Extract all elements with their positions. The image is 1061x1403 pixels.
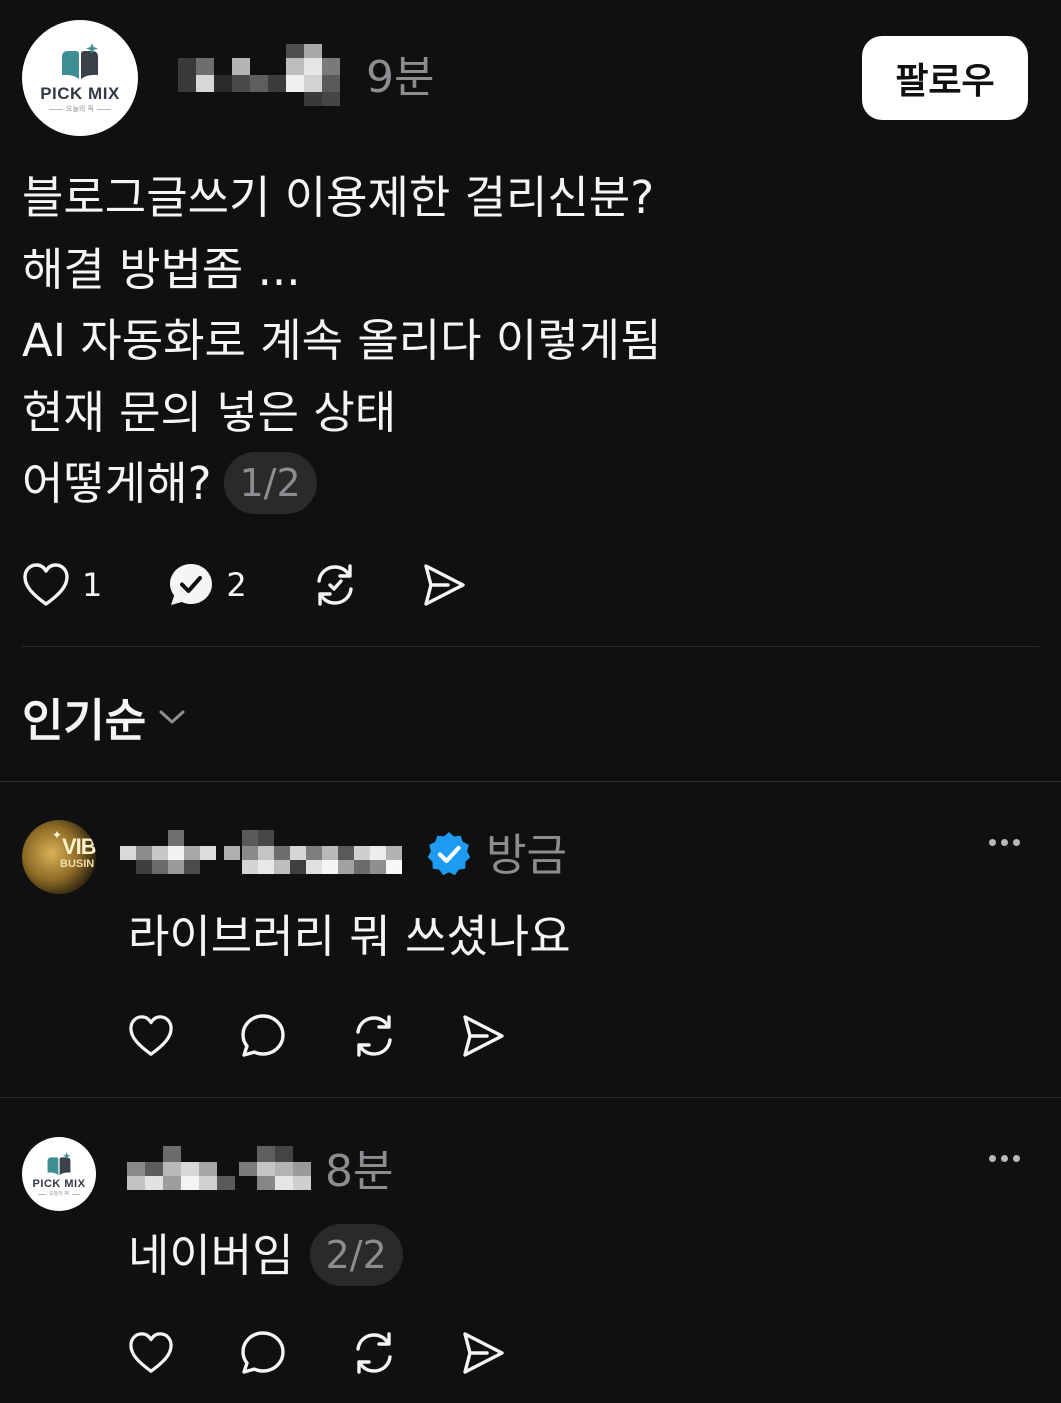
sort-label: 인기순 (22, 694, 147, 747)
heart-icon (129, 1015, 173, 1056)
reply-timestamp: 8분 (325, 1146, 394, 1197)
post-divider (22, 646, 1039, 647)
like-button[interactable]: 1 (22, 562, 102, 608)
author-avatar[interactable]: PICK MIX 오늘의 픽 (22, 20, 138, 136)
sparkle-icon: ✦ (52, 828, 63, 842)
thread-page-indicator: 2/2 (309, 1224, 403, 1286)
heart-icon (129, 1332, 173, 1373)
post-action-bar: 1 2 (22, 561, 467, 609)
send-icon (463, 1015, 504, 1057)
share-button[interactable] (460, 1330, 506, 1376)
like-count: 1 (82, 566, 103, 604)
reply-action-bar (128, 1012, 506, 1060)
repost-button[interactable] (350, 1329, 398, 1377)
sort-divider (0, 781, 1061, 782)
verified-badge-icon (427, 832, 471, 876)
more-horizontal-icon[interactable] (989, 839, 1020, 846)
share-button[interactable] (421, 562, 467, 608)
avatar-brand-text: PICK MIX (40, 84, 120, 103)
avatar-subtitle-text: 오늘의 픽 (66, 105, 94, 113)
reply-text: 라이브러리 뭐 쓰셨나요 (128, 910, 571, 963)
reply-divider (0, 1097, 1061, 1098)
author-username-redacted[interactable] (178, 44, 350, 106)
send-icon (463, 1332, 504, 1374)
reply-button[interactable]: 2 (168, 562, 247, 608)
reply-action-bar (128, 1329, 506, 1377)
thread-page-indicator: 1/2 (223, 452, 317, 514)
comment-icon (241, 1331, 285, 1374)
repost-button[interactable] (350, 1012, 398, 1060)
comment-check-icon (170, 564, 213, 605)
thread-page: PICK MIX 오늘의 픽 9분 팔로우 블로그글쓰기 이용제한 걸리신분? … (0, 0, 1061, 1403)
share-button[interactable] (460, 1013, 506, 1059)
pick-mix-logo-icon (62, 43, 98, 79)
reply-text: 네이버임 (128, 1228, 294, 1282)
heart-icon (23, 563, 69, 606)
reply-avatar[interactable]: PICK MIX 오늘의 픽 (22, 1137, 96, 1211)
post-text-line: 블로그글쓰기 이용제한 걸리신분? (22, 171, 655, 224)
follow-button[interactable]: 팔로우 (862, 36, 1028, 120)
post-text: 블로그글쓰기 이용제한 걸리신분? 해결 방법좀 ... AI 자동화로 계속 … (22, 162, 922, 520)
comment-icon (241, 1014, 285, 1057)
post-text-line: AI 자동화로 계속 올리다 이렇게됨 (22, 314, 662, 367)
like-button[interactable] (128, 1014, 174, 1058)
reply-username-redacted[interactable] (120, 830, 410, 876)
post-timestamp: 9분 (366, 52, 435, 103)
repost-icon (356, 1015, 392, 1057)
reply-timestamp: 방금 (486, 830, 567, 881)
send-icon (424, 564, 465, 606)
pick-mix-logo-icon (47, 1151, 71, 1175)
avatar-brand-text: PICK MIX (32, 1177, 86, 1190)
avatar-logo-subtext: BUSIN (60, 858, 95, 870)
reply-button[interactable] (240, 1330, 286, 1376)
sort-dropdown[interactable]: 인기순 (22, 684, 186, 749)
chevron-down-icon (159, 710, 185, 723)
repost-icon (356, 1332, 392, 1374)
repost-button[interactable] (311, 561, 359, 609)
reply-button[interactable] (240, 1013, 286, 1059)
repost-icon (317, 564, 353, 606)
post-text-line: 해결 방법좀 ... (22, 242, 301, 296)
reply-avatar[interactable]: ✦ VIB BUSIN (22, 820, 96, 894)
reply-username-redacted[interactable] (127, 1146, 315, 1192)
reply-count: 2 (226, 566, 247, 604)
avatar-subtitle-text: 오늘의 픽 (49, 1190, 69, 1197)
more-horizontal-icon[interactable] (989, 1155, 1020, 1162)
avatar-logo-text: VIB (62, 834, 96, 859)
post-text-line: 현재 문의 넣은 상태 (22, 385, 397, 439)
like-button[interactable] (128, 1331, 174, 1375)
post-text-line: 어떻게해? (22, 457, 212, 510)
